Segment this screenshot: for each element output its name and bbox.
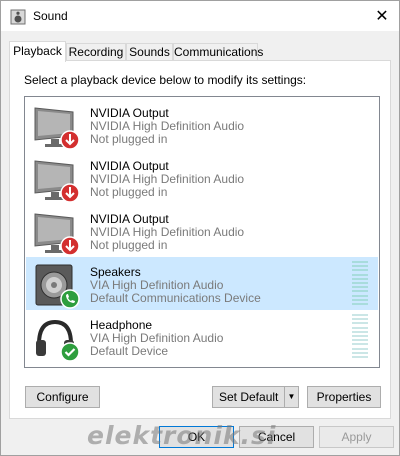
close-button[interactable]: ✕ xyxy=(365,1,399,31)
device-name: NVIDIA Output xyxy=(90,106,169,120)
device-status: Not plugged in xyxy=(90,185,168,199)
sound-app-icon xyxy=(10,9,26,25)
device-driver: VIA High Definition Audio xyxy=(90,278,224,292)
volume-meter xyxy=(352,261,368,305)
title-bar[interactable]: Sound ✕ xyxy=(1,1,399,31)
tab-recording[interactable]: Recording xyxy=(66,43,126,61)
device-driver: NVIDIA High Definition Audio xyxy=(90,119,245,133)
configure-button[interactable]: Configure xyxy=(25,386,100,408)
chevron-down-icon[interactable]: ▼ xyxy=(284,387,298,407)
device-status: Not plugged in xyxy=(90,238,168,252)
unplugged-badge-icon xyxy=(60,236,80,256)
properties-button[interactable]: Properties xyxy=(307,386,381,408)
set-default-button[interactable]: Set Default ▼ xyxy=(212,386,299,408)
device-name: NVIDIA Output xyxy=(90,212,169,226)
device-status: Default Communications Device xyxy=(90,291,261,305)
list-item[interactable]: NVIDIA Output NVIDIA High Definition Aud… xyxy=(26,151,378,204)
sound-dialog: Sound ✕ Playback Recording Sounds Commun… xyxy=(0,0,400,456)
device-list[interactable]: NVIDIA Output NVIDIA High Definition Aud… xyxy=(24,96,380,368)
device-name: NVIDIA Output xyxy=(90,159,169,173)
unplugged-badge-icon xyxy=(60,130,80,150)
tab-playback[interactable]: Playback xyxy=(9,41,66,62)
device-driver: NVIDIA High Definition Audio xyxy=(90,172,245,186)
watermark-text: elektronik.si xyxy=(87,421,277,450)
device-status: Default Device xyxy=(90,344,169,358)
default-check-badge-icon xyxy=(60,342,80,362)
device-status: Not plugged in xyxy=(90,132,168,146)
list-item[interactable]: Speakers VIA High Definition Audio Defau… xyxy=(26,257,378,310)
tab-communications[interactable]: Communications xyxy=(173,43,263,61)
device-driver: NVIDIA High Definition Audio xyxy=(90,225,245,239)
list-item[interactable]: NVIDIA Output NVIDIA High Definition Aud… xyxy=(26,98,378,151)
playback-panel: Select a playback device below to modify… xyxy=(9,60,391,419)
device-driver: VIA High Definition Audio xyxy=(90,331,224,345)
volume-meter xyxy=(352,314,368,358)
list-item[interactable]: NVIDIA Output NVIDIA High Definition Aud… xyxy=(26,204,378,257)
device-name: Headphone xyxy=(90,318,153,332)
set-default-label: Set Default xyxy=(219,390,279,404)
apply-button[interactable]: Apply xyxy=(319,426,394,448)
list-item[interactable]: Headphone VIA High Definition Audio Defa… xyxy=(26,310,378,363)
unplugged-badge-icon xyxy=(60,183,80,203)
tab-sounds[interactable]: Sounds xyxy=(126,43,173,61)
window-title: Sound xyxy=(33,9,68,23)
phone-badge-icon xyxy=(60,289,80,309)
device-name: Speakers xyxy=(90,265,141,279)
instruction-text: Select a playback device below to modify… xyxy=(24,73,307,87)
